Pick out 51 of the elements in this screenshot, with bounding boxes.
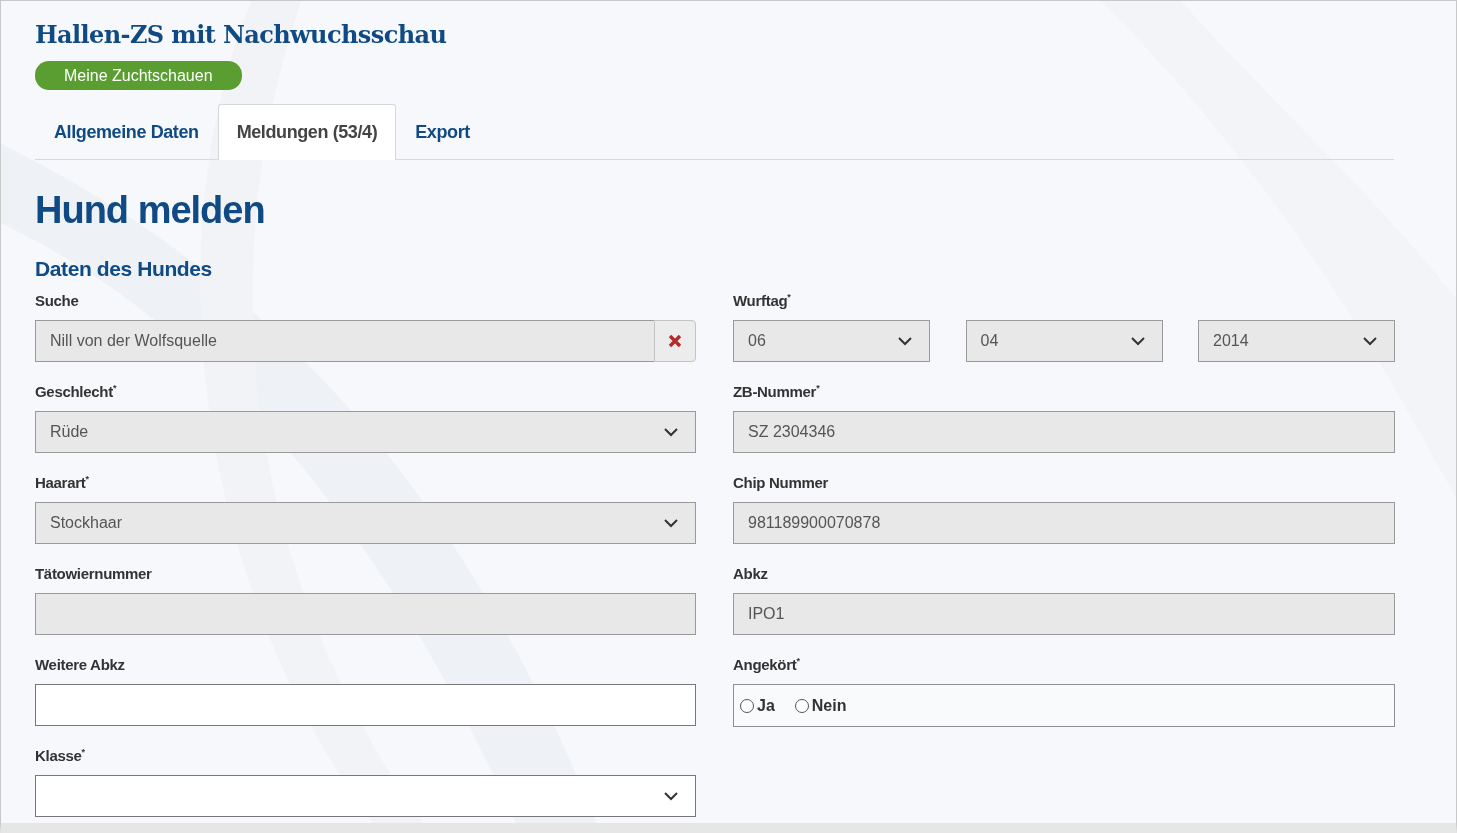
clear-button[interactable] — [654, 320, 696, 362]
my-shows-button[interactable]: Meine Zuchtschauen — [35, 61, 242, 90]
field-value: 04 — [980, 332, 999, 350]
field-label: Geschlecht$^{*}$ — [35, 382, 117, 402]
input-field[interactable]: IPO1 — [733, 593, 1395, 635]
field-value: 981189900070878 — [748, 514, 881, 532]
tab[interactable]: Meldungen (53/4) — [217, 104, 397, 160]
chevron-down-icon — [1129, 336, 1146, 346]
tab[interactable]: Allgemeine Daten — [35, 104, 218, 160]
radio-button[interactable] — [740, 698, 754, 713]
field-label: Tätowiernummer — [35, 564, 152, 584]
field-label: Wurftag$^{*}$ — [733, 291, 791, 311]
field-label: Abkz — [733, 564, 768, 584]
dropdown-field[interactable]: Rüde — [35, 411, 696, 453]
dropdown-field[interactable]: 04 — [965, 320, 1163, 362]
chevron-down-icon — [663, 518, 679, 528]
tab[interactable]: Export — [396, 104, 489, 160]
close-icon — [668, 334, 682, 348]
dropdown-field[interactable] — [35, 775, 696, 817]
input-field[interactable] — [35, 684, 696, 726]
chevron-down-icon — [1362, 336, 1378, 346]
input-field[interactable]: SZ 2304346 — [733, 411, 1395, 453]
page-title: Hallen-ZS mit Nachwuchsschau — [35, 19, 448, 51]
field-label: Haarart$^{*}$ — [35, 473, 89, 493]
field-label: Angekört$^{*}$ — [733, 655, 800, 675]
dropdown-field[interactable]: 2014 — [1198, 320, 1395, 362]
field-value: Nill von der Wolfsquelle — [50, 332, 217, 350]
field-label: Klasse$^{*}$ — [35, 746, 85, 766]
form-heading: Hund melden — [35, 188, 266, 233]
field-value: Stockhaar — [50, 514, 123, 532]
field-label: Chip Nummer — [733, 473, 829, 493]
chevron-down-icon — [663, 791, 679, 801]
field-label: Weitere Abkz — [35, 655, 125, 675]
search-field[interactable]: Nill von der Wolfsquelle — [35, 320, 654, 362]
dropdown-field[interactable]: Stockhaar — [35, 502, 696, 544]
field-label: Suche — [35, 291, 79, 311]
input-field[interactable] — [35, 593, 696, 635]
chevron-down-icon — [897, 336, 913, 346]
chevron-down-icon — [663, 427, 679, 437]
radio-label[interactable]: Nein — [811, 696, 847, 715]
field-value: 2014 — [1213, 332, 1249, 350]
field-value: SZ 2304346 — [748, 423, 836, 441]
field-value: Rüde — [50, 423, 89, 441]
dropdown-field[interactable]: 06 — [733, 320, 930, 362]
field-value: 06 — [748, 332, 766, 350]
radio-label[interactable]: Ja — [757, 696, 775, 715]
field-value: IPO1 — [748, 605, 785, 623]
field-label: ZB-Nummer$^{*}$ — [733, 382, 820, 402]
input-field[interactable]: 981189900070878 — [733, 502, 1395, 544]
radio-button[interactable] — [794, 698, 809, 713]
section-heading: Daten des Hundes — [35, 256, 213, 282]
